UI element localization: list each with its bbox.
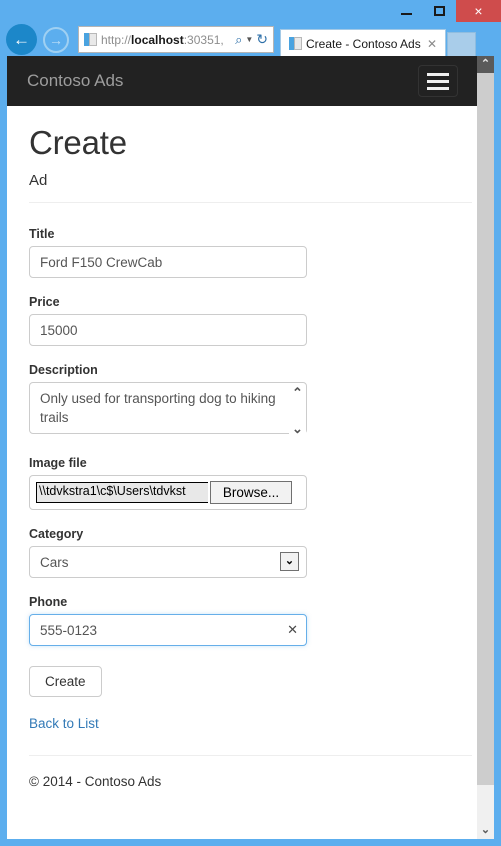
maximize-icon: [434, 6, 445, 16]
site-brand[interactable]: Contoso Ads: [27, 71, 123, 91]
description-wrapper: Only used for transporting dog to hiking…: [29, 382, 307, 439]
window-controls: ×: [390, 0, 501, 22]
address-bar[interactable]: http://localhost:30351, ⌕ ▼ ↻: [78, 26, 274, 53]
page-title: Create: [29, 124, 127, 161]
title-input[interactable]: [29, 246, 307, 278]
form-group-category: Category Cars ⌄: [29, 527, 472, 578]
minimize-button[interactable]: [390, 0, 423, 22]
maximize-button[interactable]: [423, 0, 456, 22]
description-textarea[interactable]: Only used for transporting dog to hiking…: [29, 382, 307, 434]
clear-icon[interactable]: ✕: [287, 621, 298, 639]
page-icon: [84, 32, 97, 47]
form-group-description: Description Only used for transporting d…: [29, 363, 472, 439]
scroll-down-icon: ⌄: [480, 824, 491, 836]
scrollbar-down-button[interactable]: ⌄: [477, 822, 494, 839]
footer-divider: [29, 755, 472, 756]
scroll-up-icon: ⌃: [480, 58, 491, 70]
price-input[interactable]: [29, 314, 307, 346]
forward-button[interactable]: →: [43, 27, 69, 53]
url-rest: :30351,: [183, 32, 224, 47]
page-subtitle: Ad: [29, 172, 48, 189]
browser-titlebar: ×: [0, 0, 501, 22]
search-icon[interactable]: ⌕: [235, 33, 242, 46]
tab-strip: Create - Contoso Ads ✕: [280, 26, 501, 57]
scrollbar-thumb[interactable]: [477, 73, 494, 785]
description-label: Description: [29, 363, 98, 377]
form-group-image-file: Image file \\tdvkstra1\c$\Users\tdvkst B…: [29, 456, 472, 510]
footer-text: © 2014 - Contoso Ads: [29, 774, 162, 789]
price-label: Price: [29, 295, 60, 309]
minimize-icon: [401, 13, 412, 15]
file-path-text[interactable]: \\tdvkstra1\c$\Users\tdvkst: [36, 482, 208, 503]
category-wrapper: Cars ⌄: [29, 546, 307, 578]
url-scheme: http://: [101, 32, 132, 47]
category-select[interactable]: Cars: [29, 546, 307, 578]
close-icon: ×: [474, 3, 483, 19]
refresh-icon[interactable]: ↻: [256, 31, 268, 48]
divider: [29, 202, 472, 203]
new-tab-button[interactable]: [447, 32, 476, 57]
image-file-input[interactable]: \\tdvkstra1\c$\Users\tdvkst Browse...: [29, 475, 307, 510]
image-file-label: Image file: [29, 456, 87, 470]
url-host: localhost: [131, 32, 184, 47]
category-label: Category: [29, 527, 84, 541]
phone-wrapper: ✕: [29, 614, 307, 646]
form-group-price: Price: [29, 295, 472, 346]
chevron-down-icon[interactable]: ▼: [245, 35, 253, 44]
site-navbar: Contoso Ads: [7, 56, 494, 106]
url-text: http://localhost:30351,: [101, 33, 235, 47]
back-to-list-link[interactable]: Back to List: [29, 716, 99, 731]
tab-page-icon: [289, 36, 302, 51]
hamburger-icon[interactable]: [418, 65, 458, 97]
create-button[interactable]: Create: [29, 666, 102, 697]
title-label: Title: [29, 227, 55, 241]
tab-close-icon[interactable]: ✕: [423, 37, 441, 51]
phone-input[interactable]: [29, 614, 307, 646]
page-scrollbar[interactable]: ⌃ ⌄: [477, 56, 494, 839]
tab-title: Create - Contoso Ads: [306, 36, 421, 51]
browse-button[interactable]: Browse...: [210, 481, 292, 504]
form-group-title: Title: [29, 227, 472, 278]
phone-label: Phone: [29, 595, 68, 609]
browser-navbar: ← → http://localhost:30351, ⌕ ▼ ↻ Create…: [0, 22, 501, 57]
close-window-button[interactable]: ×: [456, 0, 501, 22]
back-button[interactable]: ←: [6, 24, 37, 55]
address-bar-icons: ⌕ ▼ ↻: [235, 31, 270, 48]
browser-tab[interactable]: Create - Contoso Ads ✕: [280, 29, 446, 57]
forward-arrow-icon: →: [49, 32, 63, 48]
browser-window: × ← → http://localhost:30351, ⌕ ▼ ↻ Crea…: [0, 0, 501, 846]
page-viewport: Contoso Ads Create Ad Title Price Descri…: [7, 56, 494, 839]
back-arrow-icon: ←: [13, 30, 30, 49]
form-group-phone: Phone ✕: [29, 595, 472, 646]
page-content: Create Ad Title Price Description Only u…: [7, 124, 494, 809]
scrollbar-up-button[interactable]: ⌃: [477, 56, 494, 73]
